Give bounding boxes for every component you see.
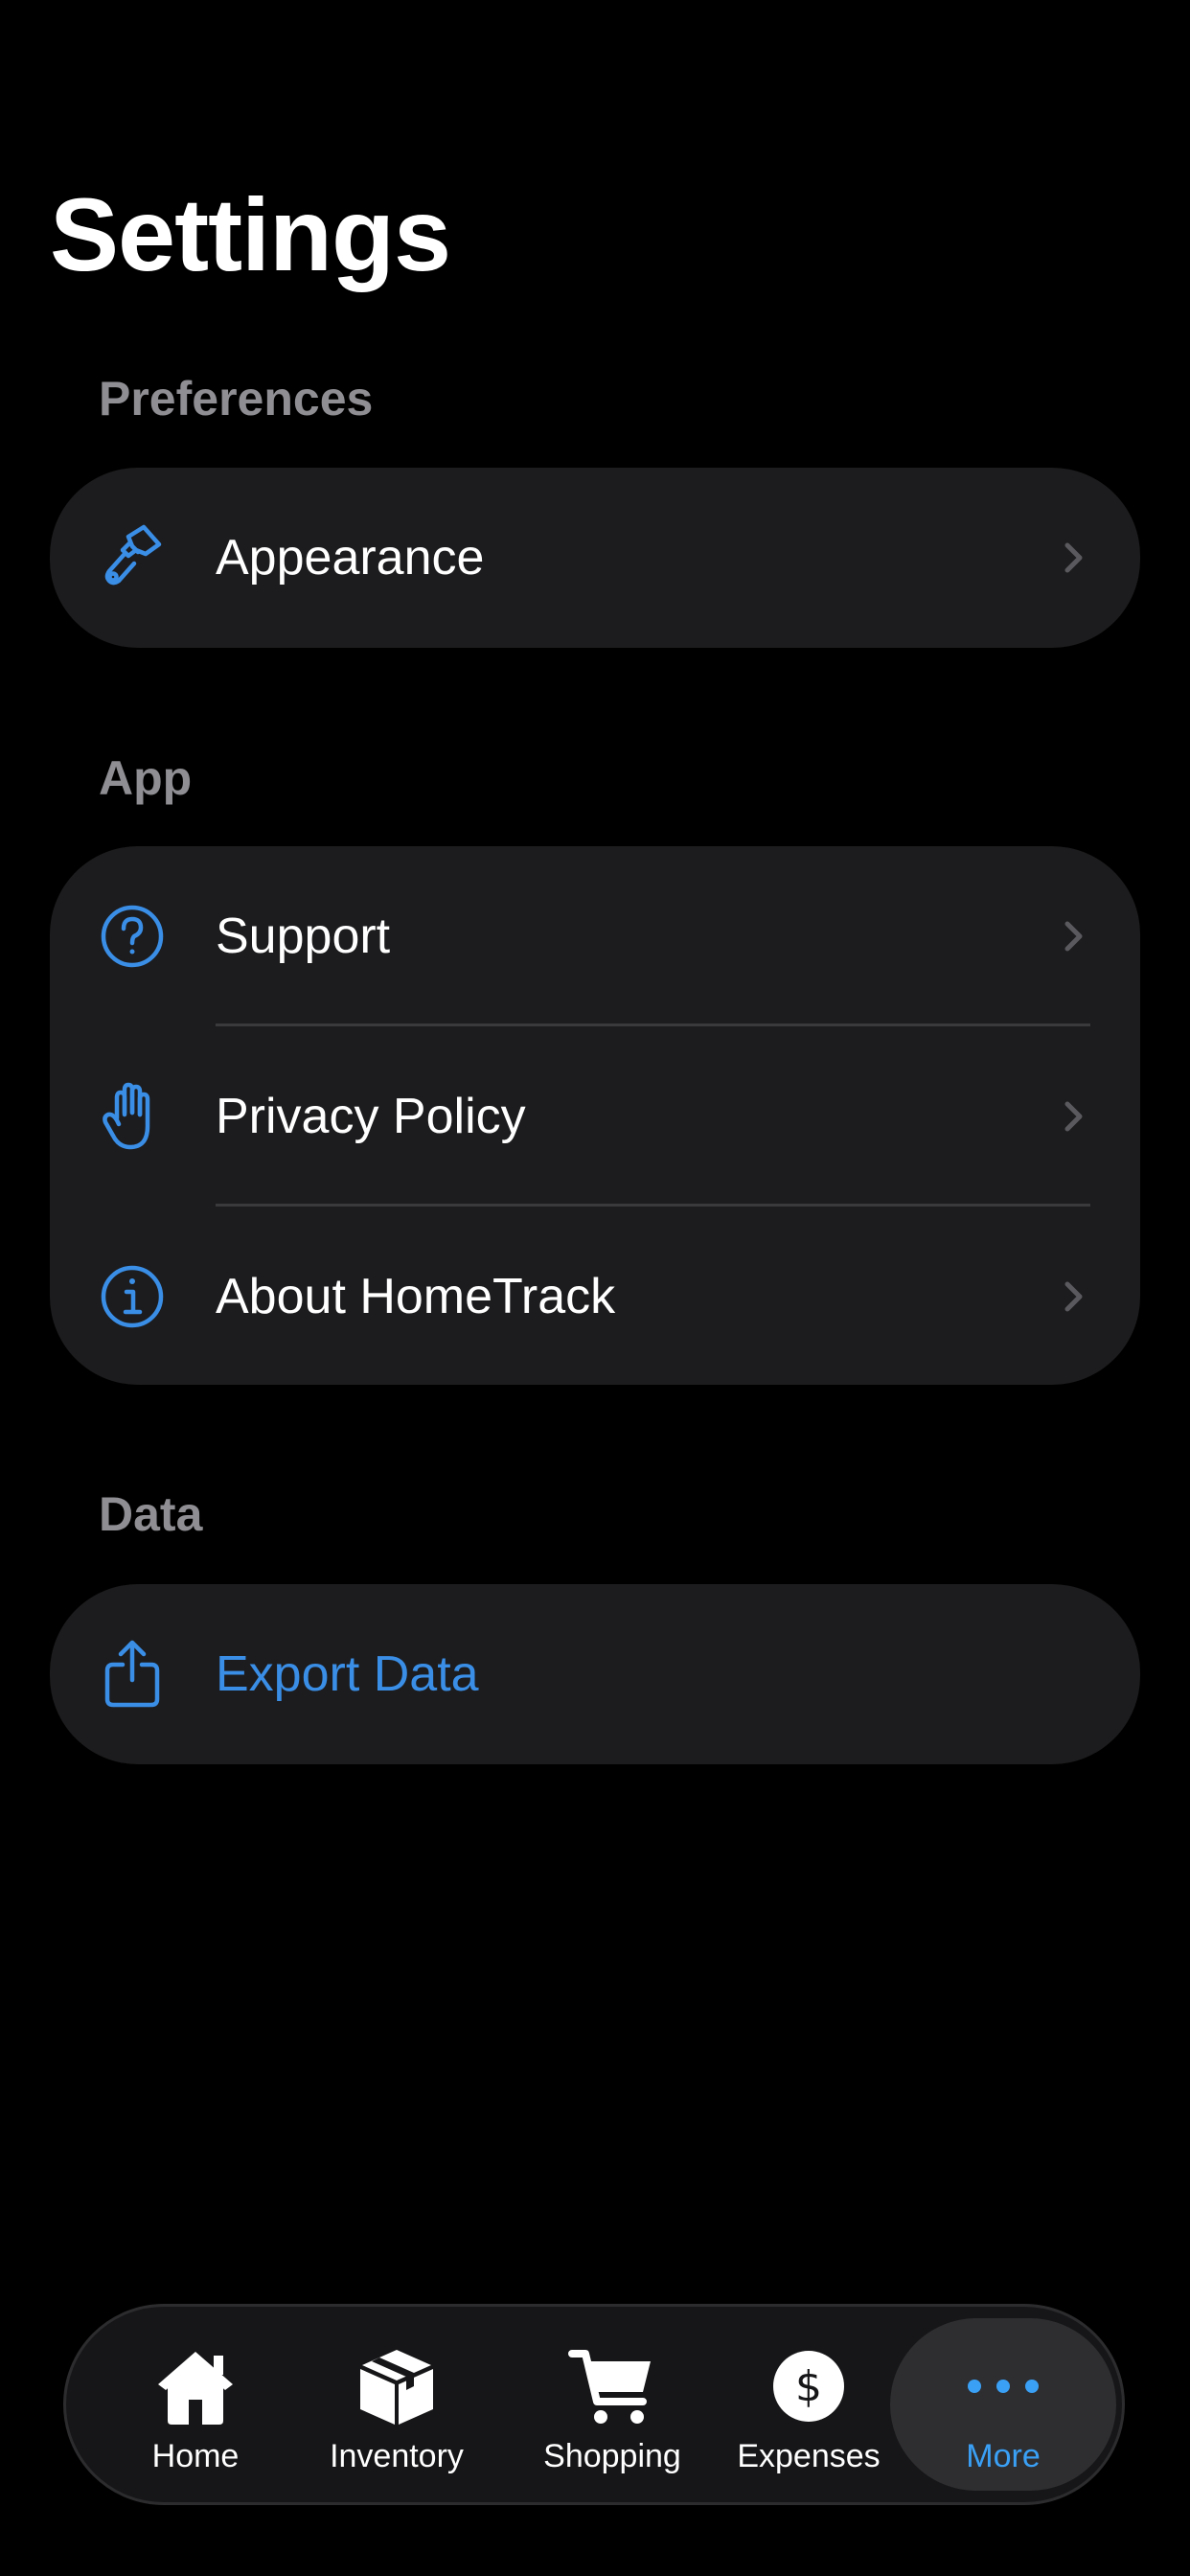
settings-row-support[interactable]: Support	[50, 846, 1140, 1026]
settings-row-export-data[interactable]: Export Data	[50, 1584, 1140, 1764]
data-group: Export Data	[50, 1584, 1140, 1764]
section-header-preferences: Preferences	[99, 372, 374, 426]
settings-row-label: About HomeTrack	[216, 1269, 616, 1324]
paintbrush-icon	[96, 521, 169, 594]
tab-expenses[interactable]: $ Expenses	[727, 2307, 890, 2502]
preferences-group: Appearance	[50, 468, 1140, 648]
tab-label: More	[966, 2438, 1041, 2474]
question-circle-icon	[96, 900, 169, 973]
settings-row-label: Privacy Policy	[216, 1089, 526, 1144]
app-group: Support Privacy Policy About HomeTrack	[50, 846, 1140, 1385]
tab-label: Home	[151, 2438, 240, 2474]
tab-home[interactable]: Home	[124, 2307, 267, 2502]
dollar-circle-icon: $	[761, 2343, 857, 2429]
tab-bar: Home Inventory Shopping $ Expenses More	[63, 2304, 1125, 2505]
tab-label: Inventory	[330, 2438, 464, 2474]
section-header-data: Data	[99, 1487, 203, 1541]
settings-row-privacy-policy[interactable]: Privacy Policy	[50, 1026, 1140, 1207]
settings-row-label: Support	[216, 908, 391, 964]
share-export-icon	[96, 1638, 169, 1711]
settings-row-label: Appearance	[216, 530, 485, 586]
settings-row-label: Export Data	[216, 1646, 479, 1702]
ellipsis-icon	[955, 2343, 1051, 2429]
tab-label: Expenses	[737, 2438, 881, 2474]
tab-inventory[interactable]: Inventory	[315, 2307, 478, 2502]
settings-row-about[interactable]: About HomeTrack	[50, 1207, 1140, 1385]
cart-icon	[564, 2343, 660, 2429]
house-icon	[148, 2343, 243, 2429]
page-title: Settings	[50, 176, 451, 292]
chevron-right-icon	[1056, 1099, 1090, 1134]
chevron-right-icon	[1056, 919, 1090, 954]
tab-more[interactable]: More	[909, 2307, 1097, 2502]
settings-row-appearance[interactable]: Appearance	[50, 468, 1140, 648]
chevron-right-icon	[1056, 540, 1090, 575]
tab-label: Shopping	[543, 2438, 681, 2474]
chevron-right-icon	[1056, 1279, 1090, 1314]
tab-shopping[interactable]: Shopping	[516, 2307, 708, 2502]
section-header-app: App	[99, 751, 193, 805]
hand-raised-icon	[96, 1080, 169, 1153]
svg-text:$: $	[795, 2362, 822, 2411]
info-circle-icon	[96, 1260, 169, 1333]
shipping-box-icon	[349, 2343, 445, 2429]
